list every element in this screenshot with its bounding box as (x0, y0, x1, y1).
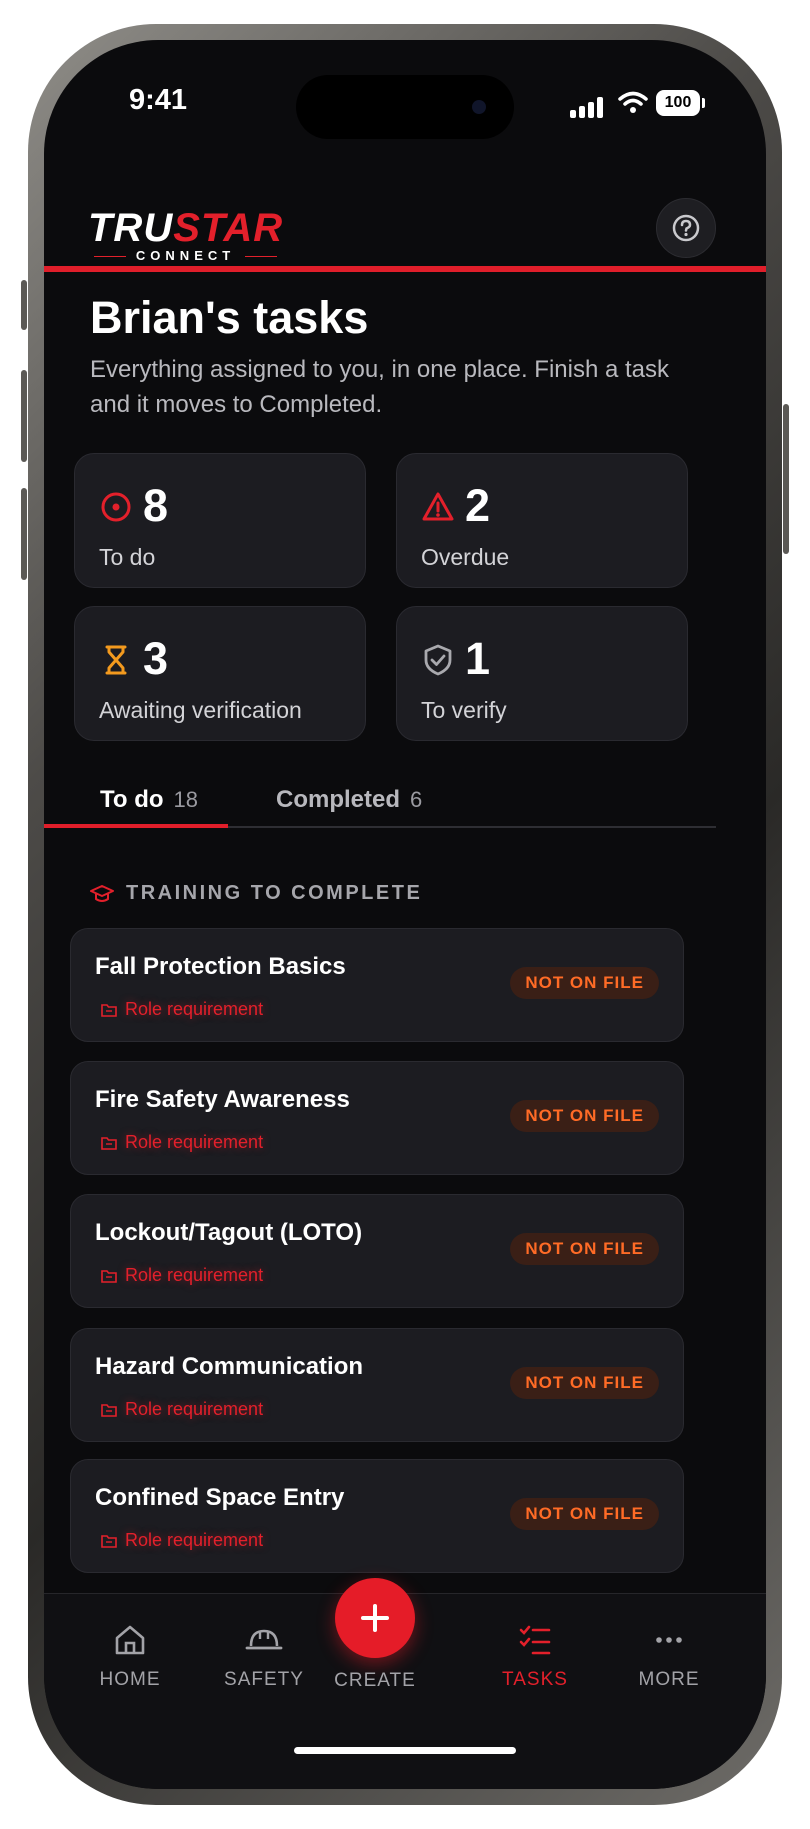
task-tag-label: Role requirement (125, 1530, 264, 1550)
task-title: Fire Safety Awareness (95, 1086, 350, 1113)
nav-label: TASKS (502, 1669, 568, 1690)
help-button[interactable] (656, 198, 716, 258)
status-badge: NOT ON FILE (510, 967, 659, 999)
create-label: CREATE (334, 1670, 416, 1691)
signal-icon (570, 96, 606, 118)
home-icon (115, 1625, 145, 1655)
task-title: Confined Space Entry (95, 1484, 345, 1511)
task-tag-label: Role requirement (125, 999, 264, 1019)
status-time: 9:41 (129, 84, 188, 116)
status-badge: NOT ON FILE (510, 1367, 659, 1399)
section-title: TRAINING TO COMPLETE (126, 882, 423, 904)
nav-home[interactable]: HOME (65, 1622, 195, 1691)
task-title: Hazard Communication (95, 1353, 364, 1380)
warning-triangle-icon (422, 492, 454, 521)
checklist-icon (519, 1625, 551, 1655)
task-tag: Role requirement (101, 1132, 263, 1153)
more-dots-icon (656, 1637, 682, 1643)
stat-label: To verify (421, 697, 507, 723)
task-tag-label: Role requirement (125, 1265, 264, 1285)
tab-label: Completed (276, 786, 401, 813)
nav-more[interactable]: MORE (604, 1622, 734, 1691)
action-button (21, 280, 27, 330)
stat-card-to-verify[interactable]: 1 To verify (396, 606, 688, 741)
question-circle-icon (672, 214, 700, 242)
tab-todo[interactable]: To do 18 (100, 786, 198, 814)
stat-label: Awaiting verification (99, 697, 302, 723)
status-bar: 9:41 100 (44, 40, 766, 160)
home-indicator[interactable] (294, 1747, 516, 1754)
screen: 9:41 100 TRUSTAR CONNECT Brian's tasks E… (44, 40, 766, 1789)
stat-value: 1 (465, 633, 491, 684)
folder-icon (101, 1136, 117, 1150)
folder-icon (101, 1403, 117, 1417)
plus-icon (361, 1604, 389, 1632)
task-card[interactable]: Fall Protection Basics Role requirement … (70, 928, 684, 1042)
tab-active-indicator (44, 824, 228, 828)
wifi-icon (618, 91, 648, 113)
task-tag-label: Role requirement (125, 1132, 264, 1152)
logo-text-a: TRU (88, 206, 174, 250)
stat-label: Overdue (421, 544, 510, 570)
tab-completed[interactable]: Completed 6 (276, 786, 422, 814)
target-icon (101, 492, 131, 522)
task-card[interactable]: Fire Safety Awareness Role requirement N… (70, 1061, 684, 1175)
header-divider (44, 266, 766, 272)
stat-value: 3 (143, 633, 169, 684)
dynamic-island (296, 75, 514, 139)
power-button (783, 404, 789, 554)
tab-count: 18 (173, 787, 199, 812)
hard-hat-icon (245, 1629, 283, 1650)
logo-text-b: STAR (173, 206, 284, 250)
page-subtitle: Everything assigned to you, in one place… (90, 356, 669, 418)
volume-down-button (21, 488, 27, 580)
task-title: Lockout/Tagout (LOTO) (95, 1219, 363, 1246)
status-badge: NOT ON FILE (510, 1233, 659, 1265)
volume-up-button (21, 370, 27, 462)
stat-value: 2 (465, 480, 491, 531)
stat-label: To do (99, 544, 156, 570)
battery-nub (702, 98, 705, 108)
folder-icon (101, 1269, 117, 1283)
nav-label: HOME (99, 1669, 161, 1690)
camera-dot (472, 100, 486, 114)
logo-subtext: CONNECT (88, 248, 283, 263)
graduation-cap-icon (90, 884, 114, 902)
task-tag: Role requirement (101, 1399, 263, 1420)
task-tag-label: Role requirement (125, 1399, 264, 1419)
stat-card-awaiting[interactable]: 3 Awaiting verification (74, 606, 366, 741)
status-badge: NOT ON FILE (510, 1498, 659, 1530)
stat-card-overdue[interactable]: 2 Overdue (396, 453, 688, 588)
battery-icon: 100 (656, 90, 700, 116)
stat-value: 8 (143, 480, 169, 531)
folder-icon (101, 1003, 117, 1017)
tab-label: To do (100, 786, 164, 813)
nav-tasks[interactable]: TASKS (470, 1622, 600, 1691)
status-badge: NOT ON FILE (510, 1100, 659, 1132)
section-header: TRAINING TO COMPLETE (90, 882, 422, 905)
task-title: Fall Protection Basics (95, 953, 346, 980)
task-tag: Role requirement (101, 1530, 263, 1551)
nav-label: MORE (638, 1669, 700, 1690)
task-card[interactable]: Confined Space Entry Role requirement NO… (70, 1459, 684, 1573)
create-button[interactable] (335, 1578, 415, 1658)
tab-count: 6 (410, 787, 423, 812)
task-tag: Role requirement (101, 999, 263, 1020)
page-title: Brian's tasks (90, 292, 369, 343)
stat-card-todo[interactable]: 8 To do (74, 453, 366, 588)
task-card[interactable]: Lockout/Tagout (LOTO) Role requirement N… (70, 1194, 684, 1308)
hourglass-icon (105, 645, 127, 675)
shield-check-icon (424, 644, 452, 676)
trustar-logo: TRUSTAR CONNECT (88, 208, 283, 263)
task-tag: Role requirement (101, 1265, 263, 1286)
task-card[interactable]: Hazard Communication Role requirement NO… (70, 1328, 684, 1442)
folder-icon (101, 1534, 117, 1548)
